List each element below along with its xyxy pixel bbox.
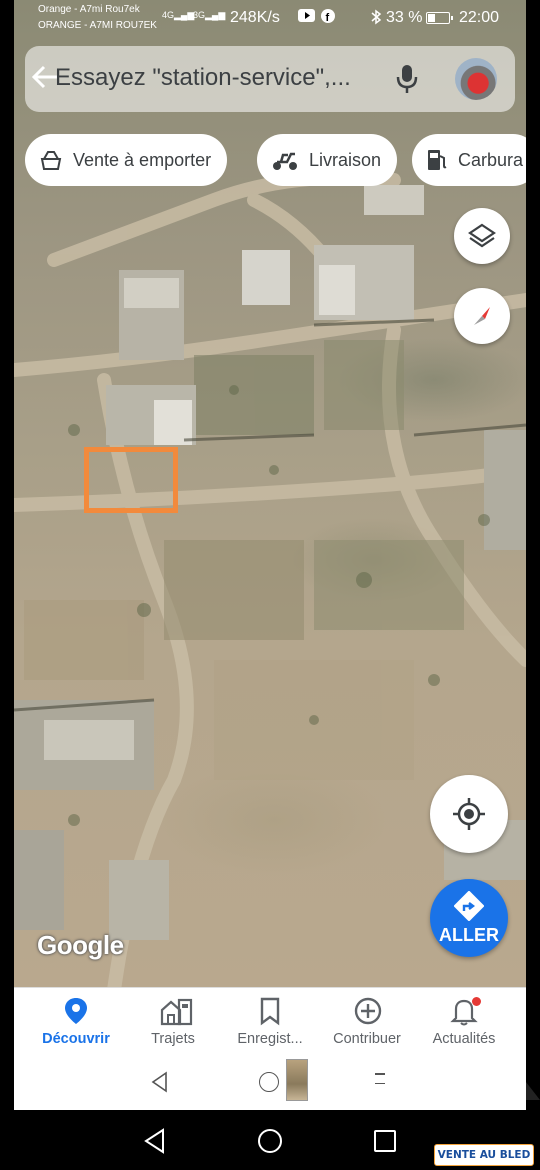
menu-lines-icon[interactable]: [375, 1069, 385, 1095]
nav-commute[interactable]: Trajets: [123, 988, 223, 1054]
svg-text:f: f: [326, 12, 330, 23]
go-label: ALLER: [439, 925, 499, 945]
back-triangle-icon[interactable]: [143, 1128, 167, 1154]
chip-delivery[interactable]: Livraison: [257, 134, 398, 186]
category-chips: Vente à emporter Livraison Carbura: [25, 134, 526, 186]
battery-icon: [426, 12, 453, 24]
inner-system-nav: [14, 1053, 526, 1110]
go-button[interactable]: ALLER: [430, 879, 508, 957]
takeout-bag-icon: [40, 151, 62, 170]
watermark-logo: VENTE AU BLED: [434, 1144, 534, 1166]
gas-station-icon: [428, 150, 447, 170]
battery-percent: 33 %: [386, 9, 423, 26]
directions-icon: [454, 891, 484, 921]
cursor-arrow-icon: [526, 1082, 540, 1100]
avatar[interactable]: [455, 58, 497, 100]
chip-fuel[interactable]: Carbura: [412, 134, 526, 186]
notification-dot: [472, 997, 481, 1006]
compass-button[interactable]: [454, 288, 510, 344]
signal-3g-icon: 3G▂▄▆: [193, 10, 226, 20]
nav-label: Enregist...: [237, 1031, 303, 1047]
layers-icon: [468, 223, 496, 248]
clock: 22:00: [459, 9, 500, 26]
bluetooth-icon: [370, 9, 382, 28]
search-bar[interactable]: Essayez "station-service",...: [25, 46, 515, 112]
my-location-icon: [453, 798, 485, 830]
floating-thumbnail[interactable]: [286, 1059, 308, 1101]
chip-label: Carbura: [458, 149, 524, 170]
status-bar: Orange - A7mi Rou7ek ORANGE - A7MI ROU7E…: [0, 0, 540, 38]
nav-label: Découvrir: [42, 1031, 110, 1047]
nav-updates[interactable]: Actualités: [414, 988, 514, 1054]
google-logo: Google: [37, 930, 124, 960]
chip-label: Livraison: [309, 149, 382, 170]
nav-label: Trajets: [151, 1031, 195, 1047]
nav-saved[interactable]: Enregist...: [220, 988, 320, 1054]
nav-explore[interactable]: Découvrir: [26, 988, 126, 1054]
search-input[interactable]: Essayez "station-service",...: [55, 64, 351, 92]
chip-label: Vente à emporter: [73, 149, 212, 170]
delivery-scooter-icon: [273, 152, 297, 170]
commute-icon: [160, 998, 193, 1026]
chip-takeout[interactable]: Vente à emporter: [25, 134, 228, 186]
nav-contribute[interactable]: Contribuer: [317, 988, 417, 1054]
bottom-nav: Découvrir Trajets Enregist... Contribuer…: [14, 987, 526, 1053]
carrier-name-2: ORANGE - A7MI ROU7EK: [38, 20, 157, 31]
home-circle-icon[interactable]: [258, 1129, 282, 1153]
bookmark-icon: [260, 997, 280, 1026]
back-triangle-icon[interactable]: [150, 1071, 170, 1093]
my-location-button[interactable]: [430, 775, 508, 853]
microphone-icon[interactable]: [395, 62, 419, 96]
nav-label: Actualités: [432, 1031, 496, 1047]
home-circle-icon[interactable]: [259, 1072, 279, 1092]
compass-icon: [474, 307, 490, 325]
layers-button[interactable]: [454, 208, 510, 264]
nav-label: Contribuer: [333, 1031, 401, 1047]
facebook-icon: f: [321, 9, 335, 26]
carrier-name-1: Orange - A7mi Rou7ek: [38, 4, 140, 15]
network-speed: 248K/s: [230, 9, 280, 26]
add-circle-icon: [354, 997, 382, 1025]
youtube-icon: [298, 9, 315, 25]
location-pin-icon: [65, 998, 87, 1024]
selected-area-marker: [84, 447, 178, 513]
recents-square-icon[interactable]: [374, 1130, 396, 1152]
signal-4g-icon: 4G▂▄▆: [162, 10, 195, 20]
